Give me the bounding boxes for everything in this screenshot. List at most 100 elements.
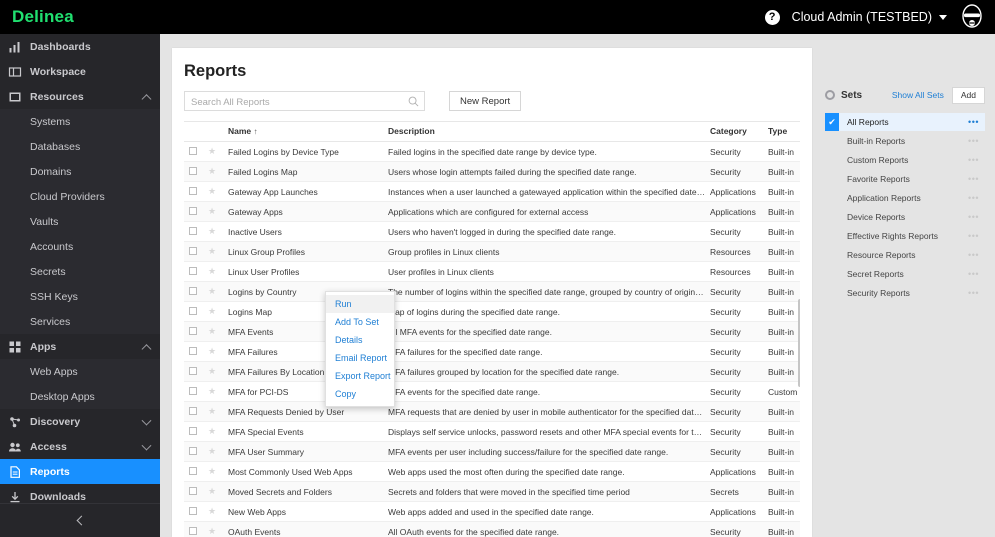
set-item-menu-icon[interactable]: ••• bbox=[968, 193, 979, 203]
row-favorite-cell[interactable]: ★ bbox=[206, 201, 226, 222]
star-icon[interactable]: ★ bbox=[208, 226, 216, 236]
row-favorite-cell[interactable]: ★ bbox=[206, 361, 226, 382]
row-favorite-cell[interactable]: ★ bbox=[206, 341, 226, 362]
set-checkbox[interactable] bbox=[825, 227, 839, 245]
row-favorite-cell[interactable]: ★ bbox=[206, 221, 226, 242]
star-icon[interactable]: ★ bbox=[208, 346, 216, 356]
star-icon[interactable]: ★ bbox=[208, 246, 216, 256]
set-item-custom-reports[interactable]: Custom Reports ••• bbox=[825, 151, 985, 169]
row-favorite-cell[interactable]: ★ bbox=[206, 501, 226, 522]
table-row[interactable]: ★ MFA Failures MFA failures for the specif… bbox=[184, 341, 800, 362]
sidebar-collapse-button[interactable] bbox=[0, 503, 160, 537]
sidebar-item-accounts[interactable]: Accounts bbox=[0, 234, 160, 259]
sidebar-item-workspace[interactable]: Workspace bbox=[0, 59, 160, 84]
row-checkbox[interactable] bbox=[189, 506, 197, 515]
row-checkbox-cell[interactable] bbox=[184, 401, 206, 422]
row-name[interactable]: Inactive Users bbox=[226, 221, 386, 242]
row-checkbox-cell[interactable] bbox=[184, 321, 206, 342]
show-all-sets-link[interactable]: Show All Sets bbox=[892, 90, 944, 100]
add-set-button[interactable]: Add bbox=[951, 86, 985, 104]
row-checkbox[interactable] bbox=[189, 306, 197, 315]
row-name[interactable]: MFA User Summary bbox=[226, 441, 386, 462]
set-item-menu-icon[interactable]: ••• bbox=[968, 155, 979, 165]
row-checkbox[interactable] bbox=[189, 386, 197, 395]
row-name[interactable]: Failed Logins by Device Type bbox=[226, 141, 386, 162]
set-item-all-reports[interactable]: ✔ All Reports ••• bbox=[825, 113, 985, 131]
star-icon[interactable]: ★ bbox=[208, 426, 216, 436]
row-checkbox-cell[interactable] bbox=[184, 241, 206, 262]
context-menu-item-run[interactable]: Run bbox=[326, 295, 394, 313]
row-name[interactable]: Moved Secrets and Folders bbox=[226, 481, 386, 502]
row-checkbox[interactable] bbox=[189, 426, 197, 435]
set-item-application-reports[interactable]: Application Reports ••• bbox=[825, 189, 985, 207]
row-favorite-cell[interactable]: ★ bbox=[206, 161, 226, 182]
row-name[interactable]: Linux Group Profiles bbox=[226, 241, 386, 262]
chevron-down-icon[interactable] bbox=[939, 14, 947, 20]
row-name[interactable]: Most Commonly Used Web Apps bbox=[226, 461, 386, 482]
row-checkbox[interactable] bbox=[189, 266, 197, 275]
row-name[interactable]: Linux User Profiles bbox=[226, 261, 386, 282]
set-item-favorite-reports[interactable]: Favorite Reports ••• bbox=[825, 170, 985, 188]
row-favorite-cell[interactable]: ★ bbox=[206, 481, 226, 502]
column-header-favorite[interactable] bbox=[206, 121, 226, 142]
table-row[interactable]: ★ OAuth Events All OAuth events for the sp… bbox=[184, 521, 800, 537]
column-header-name[interactable]: Name ↑ bbox=[226, 121, 386, 142]
set-checkbox[interactable] bbox=[825, 151, 839, 169]
user-avatar-icon[interactable] bbox=[959, 4, 985, 30]
row-name[interactable]: OAuth Events bbox=[226, 521, 386, 537]
set-checkbox[interactable] bbox=[825, 208, 839, 226]
row-favorite-cell[interactable]: ★ bbox=[206, 301, 226, 322]
row-favorite-cell[interactable]: ★ bbox=[206, 381, 226, 402]
brand-logo[interactable]: Delinea bbox=[0, 7, 74, 27]
star-icon[interactable]: ★ bbox=[208, 326, 216, 336]
search-icon[interactable] bbox=[408, 96, 419, 107]
star-icon[interactable]: ★ bbox=[208, 486, 216, 496]
set-item-security-reports[interactable]: Security Reports ••• bbox=[825, 284, 985, 302]
row-favorite-cell[interactable]: ★ bbox=[206, 461, 226, 482]
star-icon[interactable]: ★ bbox=[208, 366, 216, 376]
row-checkbox[interactable] bbox=[189, 326, 197, 335]
set-item-effective-rights-reports[interactable]: Effective Rights Reports ••• bbox=[825, 227, 985, 245]
row-checkbox[interactable] bbox=[189, 446, 197, 455]
table-row[interactable]: ★ Moved Secrets and Folders Secrets and fo… bbox=[184, 481, 800, 502]
row-checkbox-cell[interactable] bbox=[184, 301, 206, 322]
column-header-type[interactable]: Type bbox=[766, 121, 800, 142]
set-item-menu-icon[interactable]: ••• bbox=[968, 231, 979, 241]
set-checkbox[interactable] bbox=[825, 246, 839, 264]
user-menu-label[interactable]: Cloud Admin (TESTBED) bbox=[792, 10, 932, 24]
context-menu-item-add-to-set[interactable]: Add To Set bbox=[326, 313, 394, 331]
star-icon[interactable]: ★ bbox=[208, 466, 216, 476]
table-row[interactable]: ★ MFA Special Events Displays self service… bbox=[184, 421, 800, 442]
set-checkbox[interactable] bbox=[825, 170, 839, 188]
context-menu-item-email-report[interactable]: Email Report bbox=[326, 349, 394, 367]
sidebar-item-secrets[interactable]: Secrets bbox=[0, 259, 160, 284]
star-icon[interactable]: ★ bbox=[208, 286, 216, 296]
table-row[interactable]: ★ MFA Requests Denied by User MFA requests… bbox=[184, 401, 800, 422]
row-favorite-cell[interactable]: ★ bbox=[206, 281, 226, 302]
set-item-device-reports[interactable]: Device Reports ••• bbox=[825, 208, 985, 226]
sidebar-item-web-apps[interactable]: Web Apps bbox=[0, 359, 160, 384]
row-checkbox-cell[interactable] bbox=[184, 441, 206, 462]
star-icon[interactable]: ★ bbox=[208, 506, 216, 516]
set-item-menu-icon[interactable]: ••• bbox=[968, 250, 979, 260]
set-item-built-in-reports[interactable]: Built-in Reports ••• bbox=[825, 132, 985, 150]
table-row[interactable]: ★ Most Commonly Used Web Apps Web apps use… bbox=[184, 461, 800, 482]
table-row[interactable]: ★ MFA User Summary MFA events per user inc… bbox=[184, 441, 800, 462]
table-row[interactable]: ★ MFA for PCI-DS MFA events for the specif… bbox=[184, 381, 800, 402]
set-item-menu-icon[interactable]: ••• bbox=[968, 117, 979, 127]
row-name[interactable]: MFA Special Events bbox=[226, 421, 386, 442]
sidebar-item-access[interactable]: Access bbox=[0, 434, 160, 459]
row-name[interactable]: New Web Apps bbox=[226, 501, 386, 522]
row-checkbox-cell[interactable] bbox=[184, 181, 206, 202]
table-row[interactable]: ★ MFA Failures By Location MFA failures gr… bbox=[184, 361, 800, 382]
table-row[interactable]: ★ Gateway App Launches Instances when a us… bbox=[184, 181, 800, 202]
row-checkbox-cell[interactable] bbox=[184, 421, 206, 442]
sidebar-item-desktop-apps[interactable]: Desktop Apps bbox=[0, 384, 160, 409]
sidebar-item-cloud-providers[interactable]: Cloud Providers bbox=[0, 184, 160, 209]
row-checkbox-cell[interactable] bbox=[184, 341, 206, 362]
row-checkbox-cell[interactable] bbox=[184, 281, 206, 302]
row-checkbox[interactable] bbox=[189, 366, 197, 375]
table-row[interactable]: ★ Linux Group Profiles Group profiles in L… bbox=[184, 241, 800, 262]
table-row[interactable]: ★ New Web Apps Web apps added and used in … bbox=[184, 501, 800, 522]
context-menu-item-copy[interactable]: Copy bbox=[326, 385, 394, 403]
